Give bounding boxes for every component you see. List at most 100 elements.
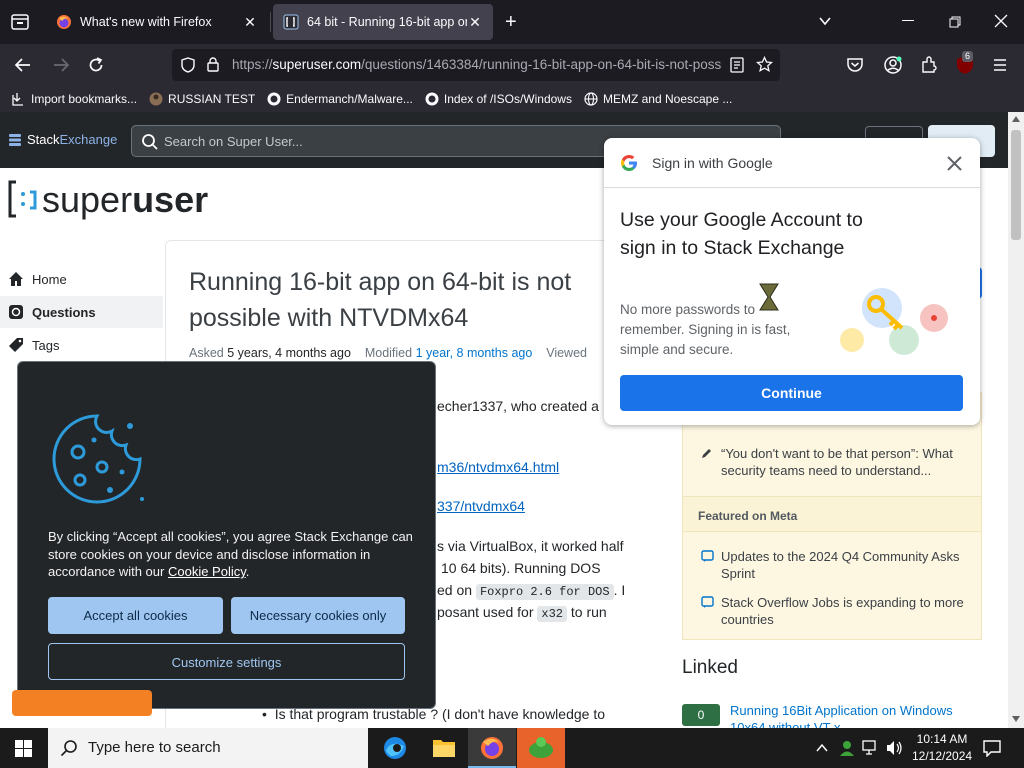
featured-item[interactable]: Updates to the 2024 Q4 Community Asks Sp… [701, 548, 971, 582]
stackexchange-logo[interactable]: Stack Exchange [8, 132, 117, 147]
firefox-taskbar-icon[interactable] [468, 728, 516, 768]
body-text: 10 64 bits). Running DOS [441, 560, 601, 576]
close-icon[interactable] [947, 156, 962, 171]
taskbar-search-placeholder: Type here to search [88, 739, 221, 756]
address-bar[interactable]: https://superuser.com/questions/1463384/… [172, 49, 780, 81]
question-meta: Asked 5 years, 4 months ago Modified 1 y… [189, 346, 587, 360]
bookmarks-toolbar: Import bookmarks... RUSSIAN TEST Enderma… [0, 86, 1024, 112]
scrollbar-thumb[interactable] [1011, 130, 1021, 240]
network-icon[interactable] [862, 740, 880, 756]
modified-link[interactable]: 1 year, 8 months ago [416, 346, 533, 360]
cookie-policy-link[interactable]: Cookie Policy [168, 564, 246, 579]
community-bulletin: “You don't want to be that person”: What… [682, 392, 982, 640]
back-icon[interactable] [14, 56, 32, 74]
cookie-text: By clicking “Accept all cookies”, you ag… [48, 529, 413, 579]
bookmark-index-isos[interactable]: Index of /ISOs/Windows [425, 92, 572, 106]
page-scrollbar[interactable] [1008, 112, 1024, 728]
partial-orange-button[interactable] [12, 690, 152, 716]
restore-icon[interactable] [949, 16, 961, 28]
nav-questions[interactable]: Questions [8, 304, 96, 320]
taskbar-clock[interactable]: 10:14 AM 12/12/2024 [912, 731, 972, 765]
close-tab-icon[interactable]: ✕ [242, 14, 258, 31]
body-text: ed on Foxpro 2.6 for DOS. I [437, 582, 626, 600]
key-illustration-icon [832, 284, 957, 364]
bookmark-label: RUSSIAN TEST [168, 92, 256, 106]
taskbar-search-input[interactable]: Type here to search [48, 728, 368, 768]
google-signin-header: Sign in with Google [604, 138, 980, 188]
nav-label: Questions [32, 304, 96, 320]
accept-all-cookies-button[interactable]: Accept all cookies [48, 597, 223, 634]
reader-view-icon[interactable] [730, 57, 744, 73]
file-explorer-icon[interactable] [420, 728, 468, 768]
bookmark-label: Endermanch/Malware... [286, 92, 413, 106]
necessary-cookies-button[interactable]: Necessary cookies only [231, 597, 405, 634]
url-text: https://superuser.com/questions/1463384/… [232, 57, 722, 72]
chevron-up-icon[interactable] [815, 741, 829, 755]
tab-list-icon[interactable] [10, 12, 30, 32]
bookmark-memz[interactable]: MEMZ and Noescape ... [584, 92, 732, 106]
nav-label: Home [32, 271, 67, 287]
volume-icon[interactable] [886, 740, 904, 756]
reload-icon[interactable] [87, 56, 105, 74]
bookmark-russian-test[interactable]: RUSSIAN TEST [149, 92, 255, 106]
logo-super: super [42, 179, 133, 220]
tab-whats-new[interactable]: What's new with Firefox ✕ [46, 4, 271, 40]
bookmark-label: Index of /ISOs/Windows [443, 92, 572, 106]
green-app-icon[interactable] [517, 728, 565, 768]
shield-icon[interactable] [180, 57, 196, 73]
featured-item[interactable]: Stack Overflow Jobs is expanding to more… [701, 594, 971, 628]
search-icon [60, 739, 78, 757]
minimize-icon[interactable] [902, 20, 914, 21]
close-tab-icon[interactable]: ✕ [467, 14, 483, 31]
account-icon[interactable] [883, 55, 903, 75]
bookmark-import[interactable]: Import bookmarks... [12, 92, 137, 106]
brand-stack: Stack [27, 132, 60, 147]
customize-settings-button[interactable]: Customize settings [48, 643, 405, 680]
google-continue-button[interactable]: Continue [620, 375, 963, 411]
extensions-icon[interactable] [919, 55, 939, 75]
body-link[interactable]: 337/ntvdmx64 [437, 498, 525, 514]
close-window-icon[interactable] [994, 14, 1008, 28]
pencil-icon [701, 447, 713, 459]
tab-superuser[interactable]: 64 bit - Running 16-bit app on 64-bit is… [273, 4, 493, 40]
google-signin-title: Sign in with Google [652, 155, 773, 171]
nav-home[interactable]: Home [8, 271, 67, 287]
blog-item[interactable]: “You don't want to be that person”: What… [701, 445, 971, 479]
windows-start-icon[interactable] [15, 740, 32, 757]
github-icon [267, 92, 281, 106]
google-signin-heading: Use your Google Account to sign in to St… [620, 209, 863, 259]
bookmark-label: MEMZ and Noescape ... [602, 92, 733, 106]
notification-icon[interactable] [983, 739, 1001, 757]
new-tab-icon[interactable]: + [505, 12, 517, 32]
google-signin-description: No more passwords to remember. Signing i… [620, 302, 791, 357]
cursor-hourglass-icon [756, 282, 782, 312]
cookie-consent-dialog: By clicking “Accept all cookies”, you ag… [17, 361, 436, 709]
people-icon[interactable] [838, 739, 856, 757]
lock-icon[interactable] [206, 56, 220, 72]
pocket-icon[interactable] [846, 56, 864, 74]
question-title[interactable]: Running 16-bit app on 64-bit is not poss… [189, 264, 629, 336]
body-link[interactable]: m36/ntvdmx64.html [437, 459, 559, 475]
linked-question-link[interactable]: Running 16Bit Application on Windows 10x… [730, 702, 980, 728]
superuser-logo-icon [8, 180, 38, 220]
globe-icon [8, 304, 24, 320]
edge-icon[interactable] [371, 728, 419, 768]
superuser-logo[interactable]: super user [8, 180, 208, 220]
globe-icon [584, 92, 598, 106]
page-content: Stack Exchange Search on Super User... su… [0, 112, 1024, 728]
chevron-down-icon[interactable] [818, 14, 832, 28]
bookmark-endermanch[interactable]: Endermanch/Malware... [267, 92, 413, 106]
body-text: s via VirtualBox, it worked half [437, 538, 624, 554]
scroll-up-icon[interactable] [1012, 116, 1020, 122]
scroll-down-icon[interactable] [1012, 716, 1020, 722]
clock-time: 10:14 AM [916, 732, 968, 746]
bookmark-star-icon[interactable] [756, 56, 773, 73]
featured-header: Featured on Meta [683, 496, 981, 532]
search-icon [141, 133, 159, 151]
google-logo-icon [620, 154, 638, 172]
nav-tags[interactable]: Tags [8, 337, 59, 353]
forward-icon[interactable] [52, 56, 70, 74]
menu-icon[interactable] [992, 57, 1008, 73]
meta-chat-icon [701, 550, 714, 563]
tab-bar: What's new with Firefox ✕ 64 bit - Runni… [0, 0, 1024, 44]
